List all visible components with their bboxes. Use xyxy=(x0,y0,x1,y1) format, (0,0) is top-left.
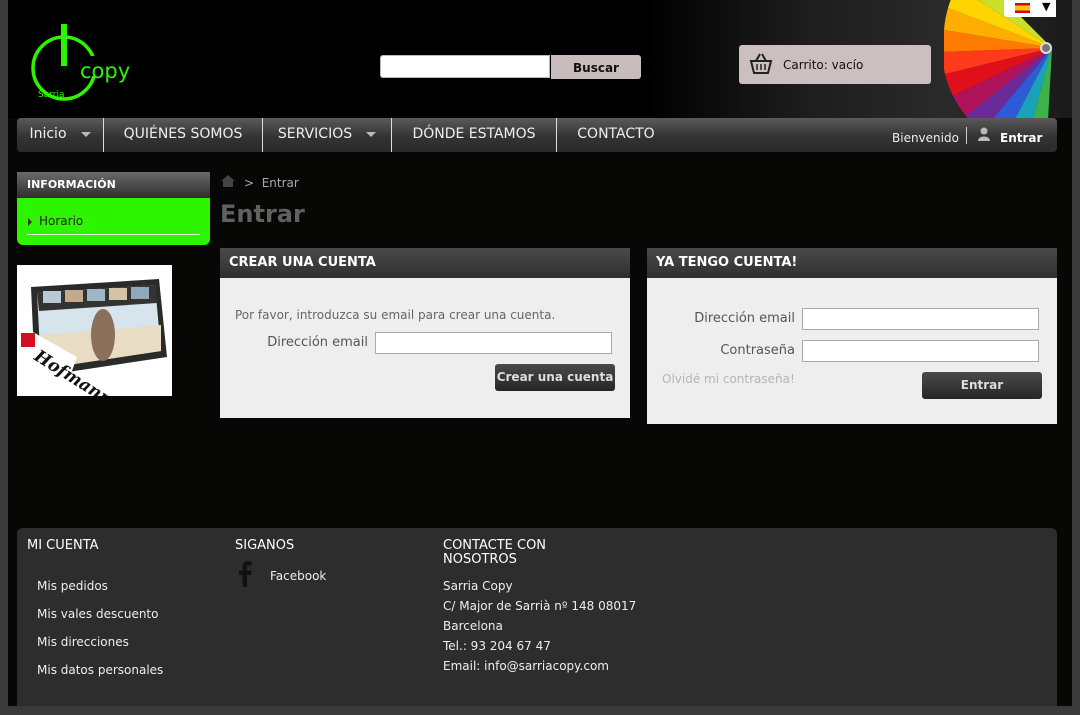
page-title: Entrar xyxy=(220,200,305,228)
divider xyxy=(27,234,200,235)
language-selector[interactable]: ▼ xyxy=(1004,0,1056,17)
login-link[interactable]: Entrar xyxy=(1000,131,1042,145)
page: copy Sarria Buscar Carrito: vacío ▼ Inic… xyxy=(8,0,1072,706)
email-label: Dirección email xyxy=(694,311,795,326)
create-account-title: CREAR UNA CUENTA xyxy=(220,248,630,278)
chevron-down-icon xyxy=(80,131,91,137)
site-logo[interactable]: copy Sarria xyxy=(30,22,140,110)
nav-item-quienes-somos[interactable]: QUIÉNES SOMOS xyxy=(104,118,262,152)
contact-company: Sarria Copy xyxy=(443,579,513,593)
nav-item-donde-estamos[interactable]: DÓNDE ESTAMOS xyxy=(392,118,556,152)
create-account-button[interactable]: Crear una cuenta xyxy=(495,364,615,391)
footer-link-addresses[interactable]: Mis direcciones xyxy=(37,635,129,649)
logo-subtext: Sarria xyxy=(38,90,65,100)
breadcrumb: > Entrar xyxy=(244,176,299,190)
nav-item-label: DÓNDE ESTAMOS xyxy=(412,126,536,142)
sidebar-item-horario[interactable]: Horario xyxy=(28,214,83,228)
contact-address: C/ Major de Sarrià nº 148 08017 xyxy=(443,599,637,613)
contact-phone: Tel.: 93 204 67 47 xyxy=(443,639,551,653)
contact-title-line: NOSOTROS xyxy=(443,552,517,567)
contact-title-line: CONTACTE CON xyxy=(443,538,547,553)
user-icon xyxy=(978,127,990,141)
breadcrumb-separator: > xyxy=(244,176,255,190)
password-label: Contraseña xyxy=(720,343,795,358)
nav-item-servicios[interactable]: SERVICIOS xyxy=(263,118,391,152)
home-icon[interactable] xyxy=(220,174,236,188)
information-title: INFORMACIÓN xyxy=(17,172,210,198)
nav-item-label: CONTACTO xyxy=(577,126,655,142)
login-title: YA TENGO CUENTA! xyxy=(647,248,1057,278)
nav-item-inicio[interactable]: Inicio xyxy=(17,118,103,152)
information-block: INFORMACIÓN Horario xyxy=(17,172,210,245)
shopping-basket-icon xyxy=(749,53,773,74)
nav-item-label: QUIÉNES SOMOS xyxy=(123,126,243,142)
login-email-field[interactable] xyxy=(802,308,1039,330)
hofmann-banner[interactable]: Hofmann xyxy=(17,265,172,396)
forgot-password-link[interactable]: Olvidé mi contraseña! xyxy=(662,372,795,386)
welcome-text: Bienvenido xyxy=(892,131,959,145)
search-input[interactable] xyxy=(380,55,550,78)
chevron-down-icon xyxy=(366,131,377,137)
footer: MI CUENTA Mis pedidos Mis vales descuent… xyxy=(17,528,1057,706)
cart-label: Carrito: vacío xyxy=(783,58,864,72)
contact-city: Barcelona xyxy=(443,619,503,633)
create-account-intro: Por favor, introduzca su email para crea… xyxy=(235,308,556,322)
search-button[interactable]: Buscar xyxy=(551,55,641,79)
contact-title: CONTACTE CON NOSOTROS xyxy=(443,539,546,567)
follow-us-title: SIGANOS xyxy=(235,538,295,553)
nav-item-label: Inicio xyxy=(29,126,67,142)
nav-item-contacto[interactable]: CONTACTO xyxy=(557,118,675,152)
cart-summary[interactable]: Carrito: vacío xyxy=(739,45,931,84)
footer-link-vouchers[interactable]: Mis vales descuento xyxy=(37,607,158,621)
my-account-title: MI CUENTA xyxy=(27,538,99,553)
create-account-panel: CREAR UNA CUENTA Por favor, introduzca s… xyxy=(220,248,630,418)
login-panel: YA TENGO CUENTA! Dirección email Contras… xyxy=(647,248,1057,424)
footer-link-personal-data[interactable]: Mis datos personales xyxy=(37,663,163,677)
nav-divider xyxy=(966,127,967,144)
header: copy Sarria Buscar Carrito: vacío ▼ xyxy=(8,0,1072,118)
main-nav: Inicio QUIÉNES SOMOS SERVICIOS DÓNDE EST… xyxy=(17,118,1057,152)
create-email-field[interactable] xyxy=(375,332,612,354)
spain-flag-icon xyxy=(1015,3,1030,13)
facebook-icon[interactable] xyxy=(238,561,252,587)
email-label: Dirección email xyxy=(267,335,368,350)
dropdown-arrow-icon: ▼ xyxy=(1042,0,1051,13)
contact-email[interactable]: Email: info@sarriacopy.com xyxy=(443,659,609,673)
footer-link-orders[interactable]: Mis pedidos xyxy=(37,579,108,593)
facebook-link[interactable]: Facebook xyxy=(270,569,326,583)
breadcrumb-current: Entrar xyxy=(261,176,299,190)
nav-item-label: SERVICIOS xyxy=(277,126,353,142)
color-swatch-fan-image xyxy=(944,0,1052,118)
login-button[interactable]: Entrar xyxy=(922,372,1042,399)
password-field[interactable] xyxy=(802,340,1039,362)
logo-text: copy xyxy=(80,59,130,83)
